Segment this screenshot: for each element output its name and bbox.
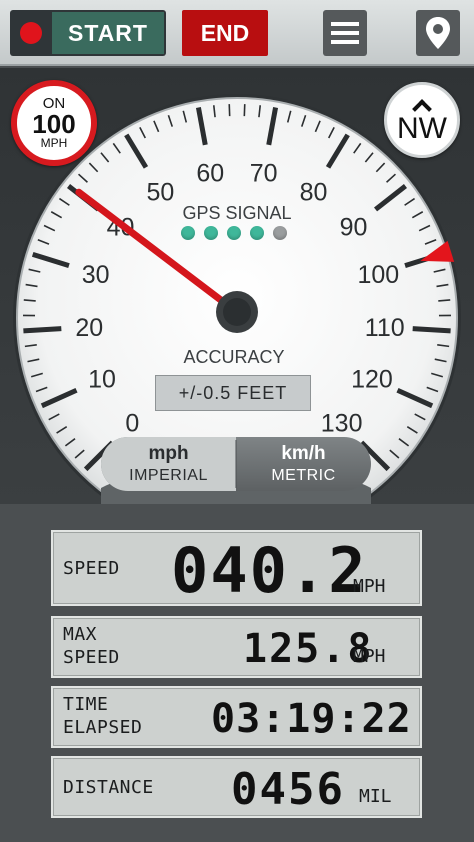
speed-unit: MPH <box>353 576 386 597</box>
compass-button[interactable]: NW <box>384 82 460 158</box>
dial-scale-label: 20 <box>75 314 103 342</box>
accuracy-label: ACCURACY <box>183 347 285 367</box>
dial-tick <box>23 326 62 334</box>
metric-unit-button[interactable]: km/h METRIC <box>236 437 371 491</box>
dial-scale-label: 130 <box>321 410 363 438</box>
record-dot-icon <box>10 10 52 56</box>
top-toolbar: START END <box>0 0 474 66</box>
gps-signal-indicator <box>181 226 287 240</box>
distance-readout: DISTANCE 0456 MIL <box>51 756 422 818</box>
map-pin-icon[interactable] <box>416 10 460 56</box>
readouts-panel: SPEED 040.2 MPH MAX SPEED 125.8 MPH TIME… <box>0 504 474 842</box>
end-button[interactable]: END <box>182 10 268 56</box>
metric-unit-label: km/h <box>281 443 326 464</box>
gps-signal-dot <box>204 226 218 240</box>
unit-toggle: mph IMPERIAL km/h METRIC <box>101 437 371 491</box>
distance-value: 0456 <box>231 764 345 815</box>
time-elapsed-label-line2: ELAPSED <box>63 717 143 738</box>
dial-scale-label: 30 <box>82 261 110 289</box>
start-button-label: START <box>52 12 164 54</box>
time-elapsed-readout: TIME ELAPSED 03:19:22 <box>51 686 422 748</box>
distance-label: DISTANCE <box>63 777 154 798</box>
dial-scale-label: 110 <box>365 314 405 342</box>
distance-unit: MIL <box>359 786 392 807</box>
dial-scale-label: 10 <box>88 366 116 394</box>
dial-scale-label: 120 <box>351 366 393 394</box>
max-speed-unit: MPH <box>353 646 386 667</box>
gps-signal-dot <box>227 226 241 240</box>
speed-alert-badge[interactable]: ON 100 MPH <box>11 80 97 166</box>
time-elapsed-label-line1: TIME <box>63 694 109 715</box>
max-speed-label-line1: MAX <box>63 624 98 645</box>
alert-badge-unit: MPH <box>40 136 68 150</box>
speed-readout: SPEED 040.2 MPH <box>51 530 422 607</box>
time-elapsed-value: 03:19:22 <box>211 696 412 742</box>
gps-signal-dot <box>181 226 195 240</box>
hamburger-menu-icon[interactable] <box>323 10 367 56</box>
dial-scale-label: 100 <box>357 261 399 289</box>
accuracy-value: +/-0.5 FEET <box>155 375 311 411</box>
imperial-unit-button[interactable]: mph IMPERIAL <box>101 437 236 491</box>
dial-tick <box>412 326 451 334</box>
dial-scale-label: 60 <box>196 159 224 187</box>
speedometer-panel: 0102030405060708090100110120130 ON 100 M… <box>0 68 474 504</box>
dial-scale-label: 70 <box>250 159 278 187</box>
imperial-unit-label: mph <box>148 443 189 464</box>
gps-signal-dot <box>250 226 264 240</box>
gps-signal-dot <box>273 226 287 240</box>
speed-value: 040.2 <box>171 534 368 607</box>
dial-scale-label: 0 <box>125 410 139 438</box>
dial-tick <box>438 299 451 302</box>
start-button[interactable]: START <box>10 10 166 56</box>
alert-badge-speed: 100 <box>32 109 76 139</box>
max-speed-label-line2: SPEED <box>63 647 120 668</box>
dial-tick <box>23 299 36 302</box>
dial-scale-label: 90 <box>340 214 368 242</box>
speed-label: SPEED <box>63 558 120 579</box>
imperial-unit-sublabel: IMPERIAL <box>129 467 208 484</box>
max-speed-readout: MAX SPEED 125.8 MPH <box>51 616 422 678</box>
gps-signal-label: GPS SIGNAL <box>182 203 292 223</box>
metric-unit-sublabel: METRIC <box>271 467 336 484</box>
